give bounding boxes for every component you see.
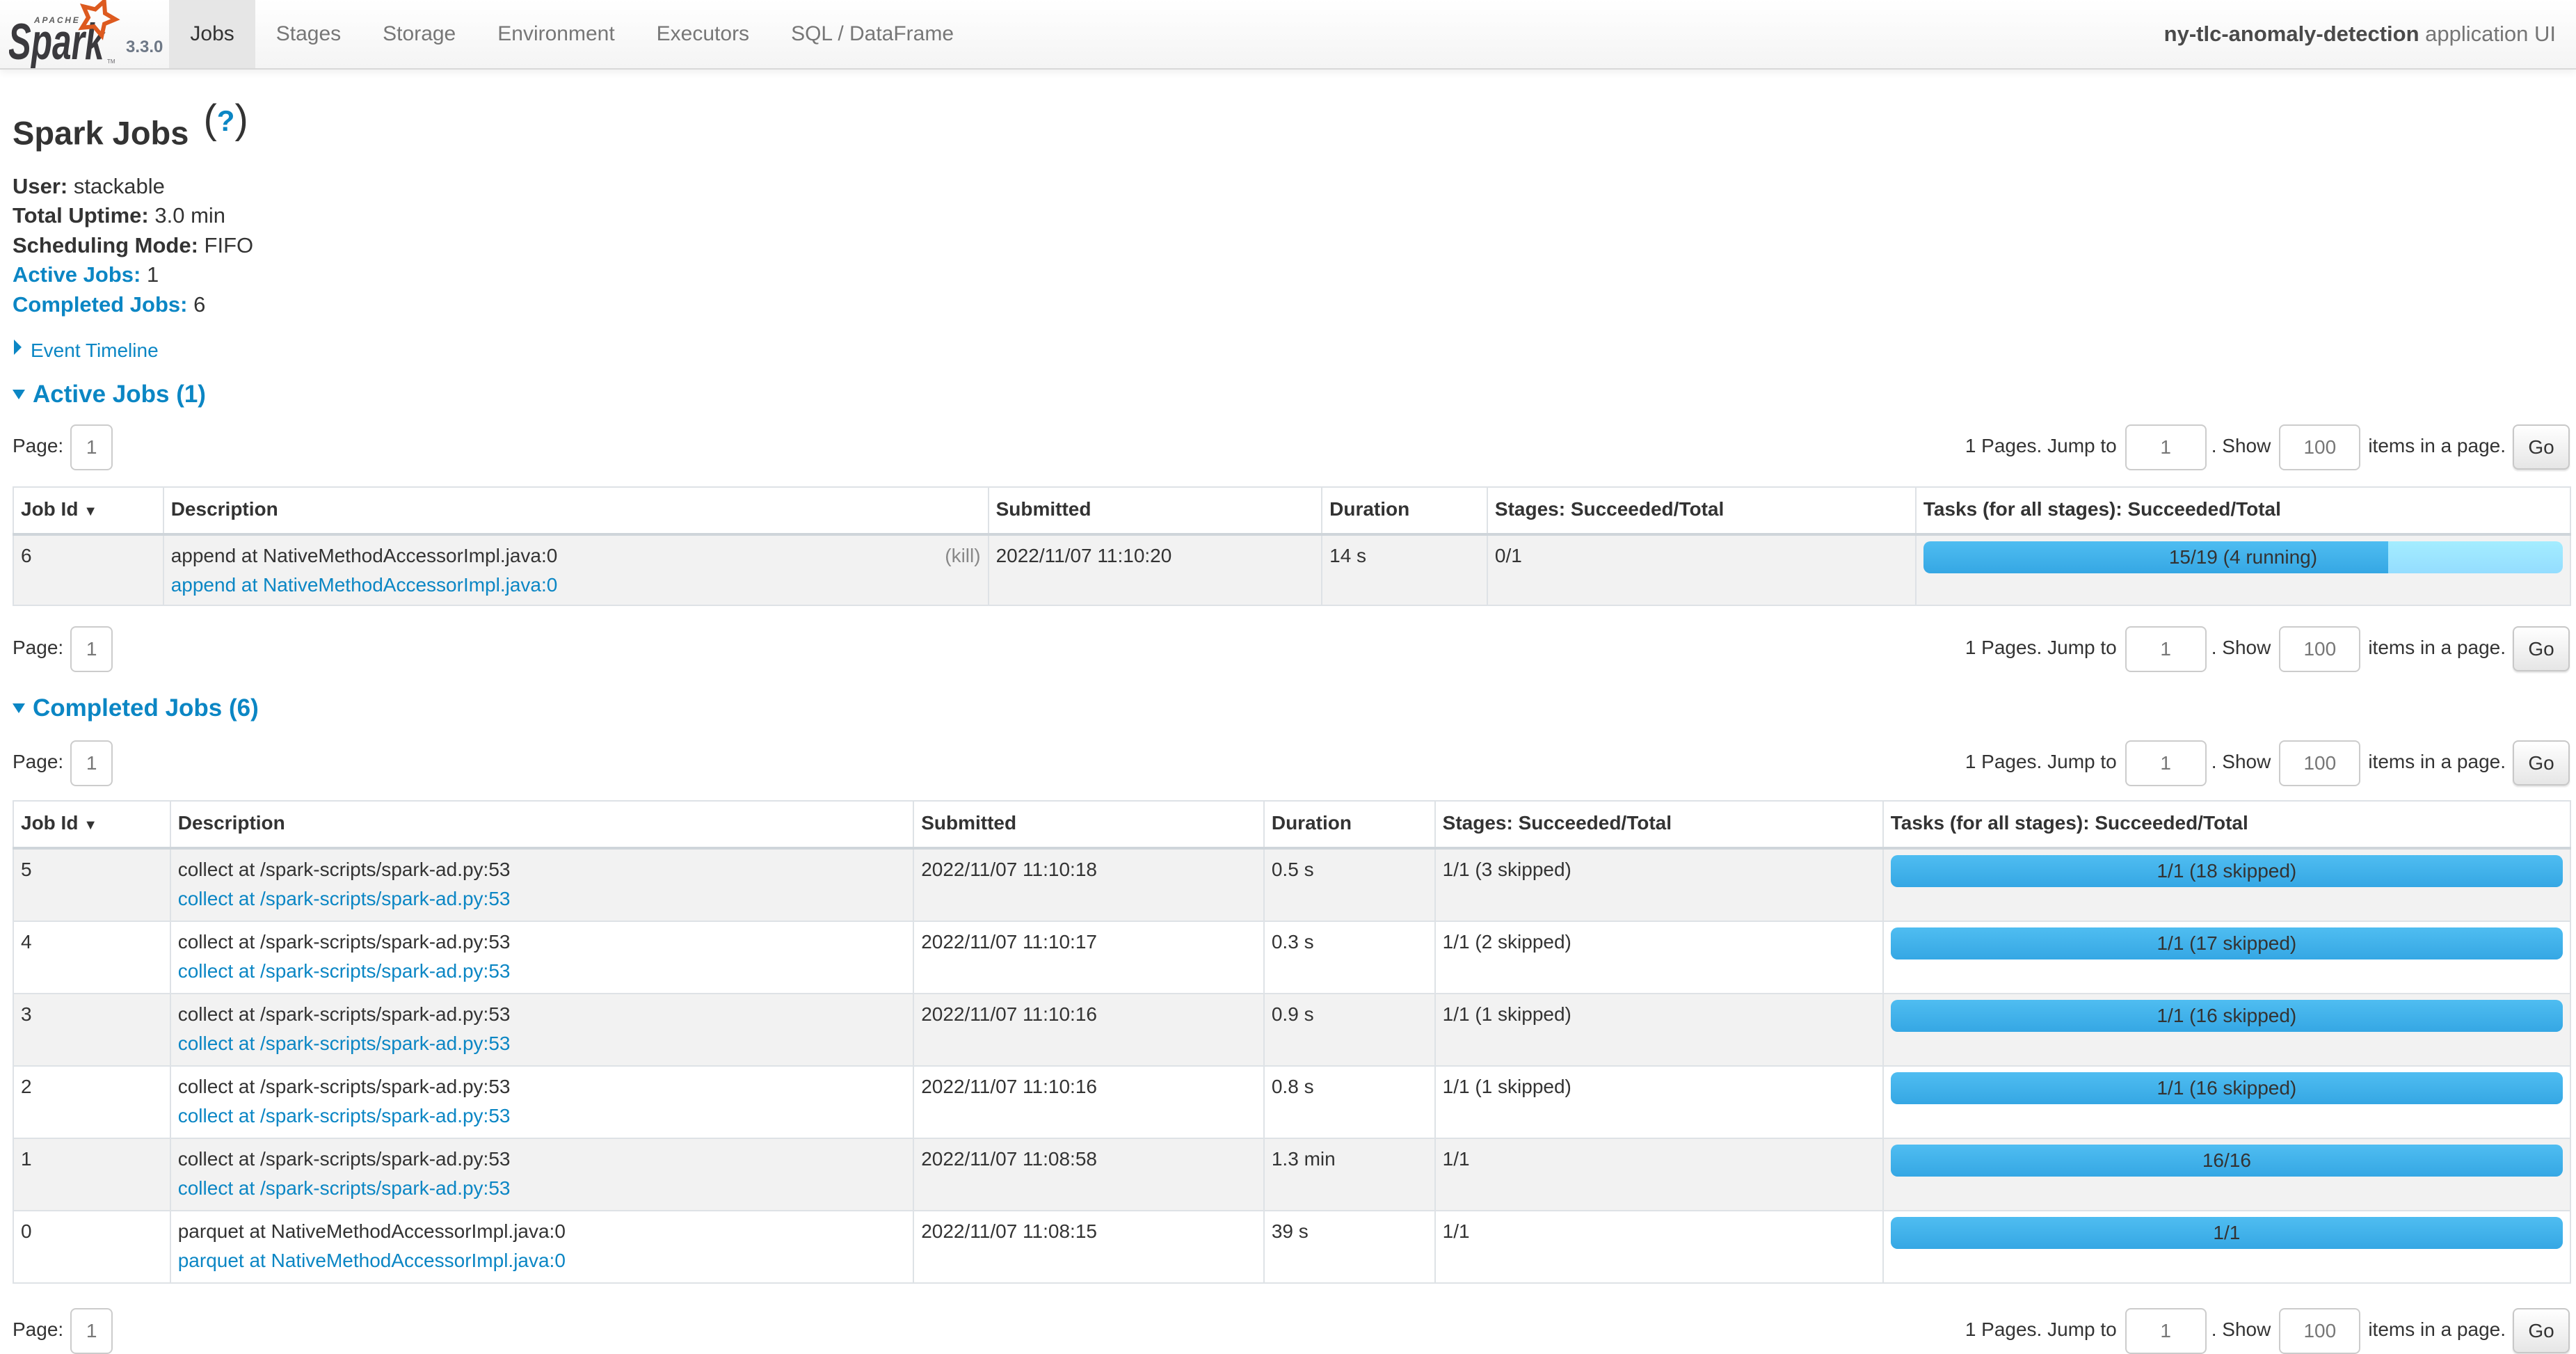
svg-text:TM: TM — [107, 58, 115, 65]
svg-text:Spark: Spark — [9, 14, 106, 68]
